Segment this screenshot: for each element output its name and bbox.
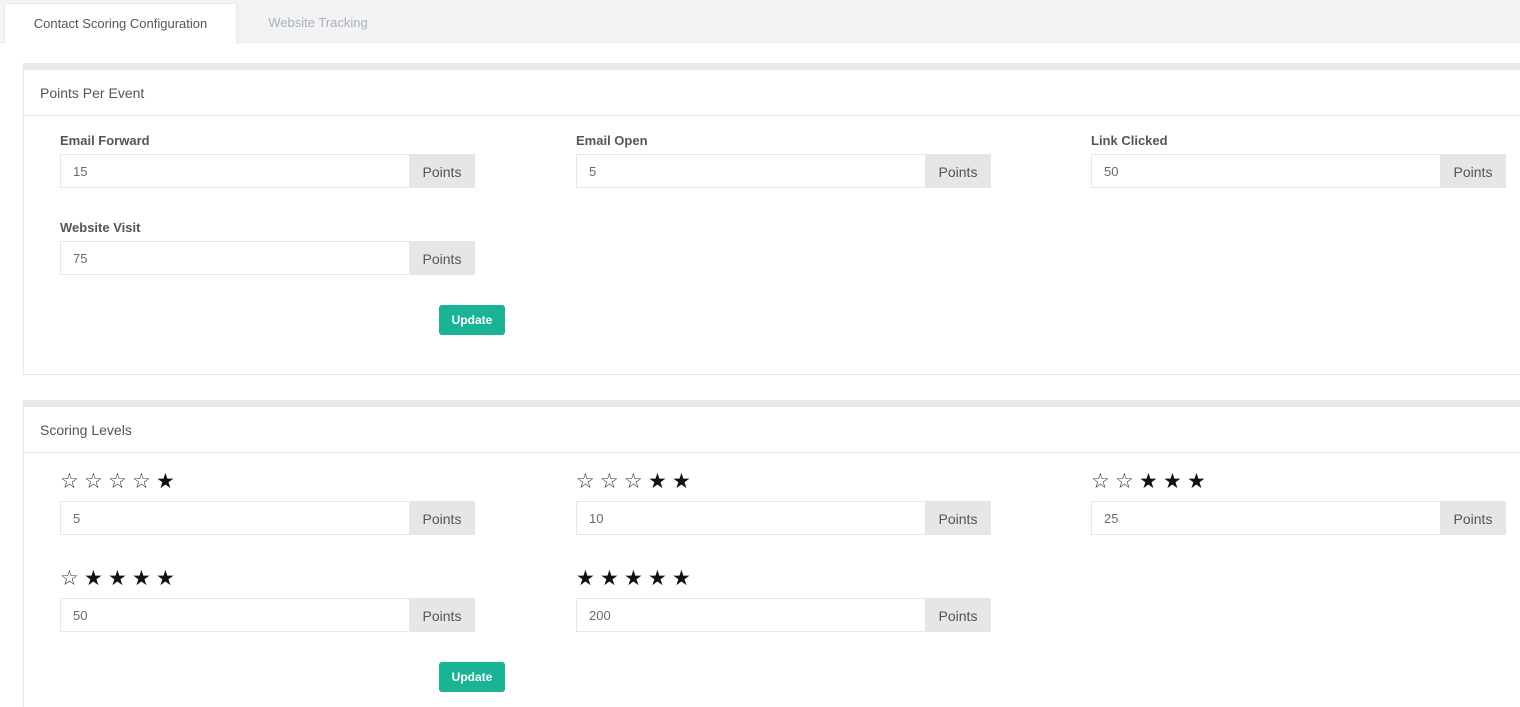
scoring-levels-title: Scoring Levels [24,407,1520,453]
scoring-level-3-field: ☆☆★★★ Points [1091,470,1506,542]
email-forward-unit: Points [409,154,475,188]
tab-website-tracking[interactable]: Website Tracking [238,3,398,44]
email-forward-field: Email Forward Points [60,133,475,195]
link-clicked-label: Link Clicked [1091,133,1168,148]
star-filled-icon: ★ [624,566,643,590]
star-filled-icon: ★ [648,469,667,493]
email-open-field: Email Open Points [576,133,991,195]
scoring-level-5-input-group: Points [576,598,991,632]
email-forward-input[interactable] [60,154,409,188]
star-filled-icon: ★ [156,469,175,493]
link-clicked-unit: Points [1440,154,1506,188]
star-outline-icon: ☆ [1091,469,1110,493]
link-clicked-input[interactable] [1091,154,1440,188]
email-open-input-group: Points [576,154,991,188]
star-filled-icon: ★ [672,566,691,590]
scoring-levels-panel: Scoring Levels ☆☆☆☆★ Points ☆☆☆★★ Points… [23,400,1520,707]
email-forward-input-group: Points [60,154,475,188]
star-filled-icon: ★ [1139,469,1158,493]
points-per-event-title: Points Per Event [24,70,1520,116]
website-visit-input-group: Points [60,241,475,275]
email-open-label: Email Open [576,133,648,148]
scoring-level-2-unit: Points [925,501,991,535]
star-filled-icon: ★ [84,566,103,590]
star-filled-icon: ★ [672,469,691,493]
scoring-level-4-input-group: Points [60,598,475,632]
star-filled-icon: ★ [1163,469,1182,493]
email-open-input[interactable] [576,154,925,188]
star-filled-icon: ★ [108,566,127,590]
star-rating: ☆ ☆ ★ ★ ★ [1091,470,1211,492]
update-scoring-levels-button[interactable]: Update [439,662,505,692]
star-outline-icon: ☆ [108,469,127,493]
scoring-level-5-input[interactable] [576,598,925,632]
scoring-level-2-input[interactable] [576,501,925,535]
star-outline-icon: ☆ [132,469,151,493]
star-filled-icon: ★ [156,566,175,590]
star-rating: ☆ ☆ ☆ ★ ★ [576,470,696,492]
email-forward-label: Email Forward [60,133,150,148]
star-filled-icon: ★ [576,566,595,590]
star-rating: ☆ ☆ ☆ ☆ ★ [60,470,180,492]
scoring-level-4-field: ☆★★★★ Points [60,567,475,639]
website-visit-unit: Points [409,241,475,275]
star-rating: ★ ★ ★ ★ ★ [576,567,696,589]
scoring-level-4-input[interactable] [60,598,409,632]
star-outline-icon: ☆ [576,469,595,493]
link-clicked-input-group: Points [1091,154,1506,188]
scoring-level-3-input[interactable] [1091,501,1440,535]
scoring-level-2-input-group: Points [576,501,991,535]
website-visit-label: Website Visit [60,220,141,235]
star-outline-icon: ☆ [600,469,619,493]
email-open-unit: Points [925,154,991,188]
star-outline-icon: ☆ [1115,469,1134,493]
star-outline-icon: ☆ [84,469,103,493]
tab-contact-scoring-configuration[interactable]: Contact Scoring Configuration [4,3,237,44]
star-filled-icon: ★ [648,566,667,590]
tab-bar: Contact Scoring Configuration Website Tr… [0,0,1520,44]
scoring-level-5-unit: Points [925,598,991,632]
star-outline-icon: ☆ [60,469,79,493]
points-per-event-panel: Points Per Event Email Forward Points Em… [23,63,1520,375]
star-outline-icon: ☆ [624,469,643,493]
star-filled-icon: ★ [600,566,619,590]
star-outline-icon: ☆ [60,566,79,590]
website-visit-input[interactable] [60,241,409,275]
scoring-level-1-input-group: Points [60,501,475,535]
scoring-level-3-unit: Points [1440,501,1506,535]
scoring-level-1-unit: Points [409,501,475,535]
scoring-level-1-field: ☆☆☆☆★ Points [60,470,475,542]
scoring-level-1-input[interactable] [60,501,409,535]
update-points-button[interactable]: Update [439,305,505,335]
website-visit-field: Website Visit Points [60,220,475,282]
scoring-level-5-field: ★★★★★ Points [576,567,991,639]
link-clicked-field: Link Clicked Points [1091,133,1506,195]
scoring-level-2-field: ☆☆☆★★ Points [576,470,991,542]
scoring-level-3-input-group: Points [1091,501,1506,535]
star-rating: ☆ ★ ★ ★ ★ [60,567,180,589]
star-filled-icon: ★ [132,566,151,590]
scoring-level-4-unit: Points [409,598,475,632]
star-filled-icon: ★ [1187,469,1206,493]
